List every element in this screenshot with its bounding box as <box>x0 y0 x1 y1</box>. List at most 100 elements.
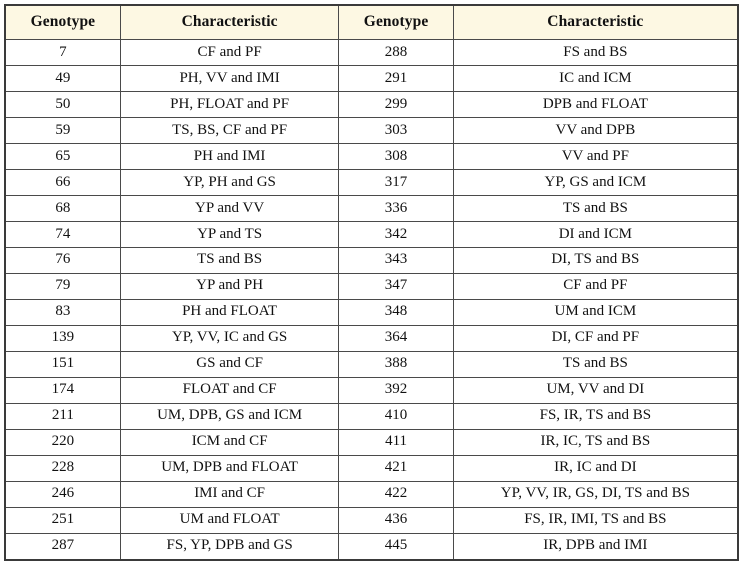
column-header-characteristic-left: Characteristic <box>119 4 340 40</box>
cell-characteristic-right: YP, GS and ICM <box>452 168 739 196</box>
cell-genotype-left: 83 <box>4 298 121 326</box>
genotype-characteristic-table: Genotype Characteristic Genotype Charact… <box>4 4 739 561</box>
table-row: 74 YP and TS 342 DI and ICM <box>4 220 739 248</box>
table-row: 251 UM and FLOAT 436 FS, IR, IMI, TS and BS <box>4 506 739 534</box>
cell-genotype-right: 342 <box>338 220 454 248</box>
cell-characteristic-left: TS and BS <box>119 246 340 274</box>
table-row: 246 IMI and CF 422 YP, VV, IR, GS, DI, TS a… <box>4 480 739 508</box>
cell-genotype-left: 287 <box>4 532 121 560</box>
cell-characteristic-right: UM and ICM <box>452 298 739 326</box>
cell-genotype-left: 139 <box>4 324 121 352</box>
cell-characteristic-left: PH and FLOAT <box>119 298 340 326</box>
table-row: 68 YP and VV 336 TS and BS <box>4 194 739 222</box>
cell-characteristic-right: DPB and FLOAT <box>452 90 739 118</box>
cell-genotype-left: 59 <box>4 116 121 144</box>
cell-characteristic-left: YP, PH and GS <box>119 168 340 196</box>
cell-genotype-right: 288 <box>338 39 454 66</box>
table-row: 79 YP and PH 347 CF and PF <box>4 272 739 300</box>
cell-characteristic-right: VV and PF <box>452 142 739 170</box>
cell-characteristic-left: FLOAT and CF <box>119 376 340 404</box>
cell-genotype-left: 76 <box>4 246 121 274</box>
cell-characteristic-left: IMI and CF <box>119 480 340 508</box>
table-container: Genotype Characteristic Genotype Charact… <box>0 0 743 565</box>
cell-characteristic-left: PH and IMI <box>119 142 340 170</box>
table-row: 83 PH and FLOAT 348 UM and ICM <box>4 298 739 326</box>
cell-characteristic-right: DI and ICM <box>452 220 739 248</box>
cell-characteristic-left: CF and PF <box>119 39 340 66</box>
cell-genotype-right: 299 <box>338 90 454 118</box>
table-row: 220 ICM and CF 411 IR, IC, TS and BS <box>4 428 739 456</box>
table-header: Genotype Characteristic Genotype Charact… <box>4 4 739 40</box>
cell-characteristic-left: UM and FLOAT <box>119 506 340 534</box>
cell-characteristic-right: FS and BS <box>452 39 739 66</box>
cell-characteristic-left: YP, VV, IC and GS <box>119 324 340 352</box>
cell-genotype-left: 79 <box>4 272 121 300</box>
cell-characteristic-right: VV and DPB <box>452 116 739 144</box>
cell-genotype-right: 303 <box>338 116 454 144</box>
cell-genotype-right: 411 <box>338 428 454 456</box>
cell-characteristic-left: TS, BS, CF and PF <box>119 116 340 144</box>
cell-genotype-left: 251 <box>4 506 121 534</box>
cell-genotype-right: 445 <box>338 532 454 560</box>
cell-genotype-left: 68 <box>4 194 121 222</box>
cell-genotype-right: 388 <box>338 350 454 378</box>
cell-characteristic-right: UM, VV and DI <box>452 376 739 404</box>
table-row: 50 PH, FLOAT and PF 299 DPB and FLOAT <box>4 90 739 118</box>
table-row: 76 TS and BS 343 DI, TS and BS <box>4 246 739 274</box>
cell-characteristic-left: FS, YP, DPB and GS <box>119 532 340 560</box>
cell-genotype-right: 343 <box>338 246 454 274</box>
cell-genotype-right: 336 <box>338 194 454 222</box>
table-row: 59 TS, BS, CF and PF 303 VV and DPB <box>4 116 739 144</box>
cell-characteristic-right: IC and ICM <box>452 64 739 92</box>
cell-characteristic-left: PH, FLOAT and PF <box>119 90 340 118</box>
cell-characteristic-left: UM, DPB and FLOAT <box>119 454 340 482</box>
table-row: 49 PH, VV and IMI 291 IC and ICM <box>4 64 739 92</box>
cell-characteristic-right: IR, IC and DI <box>452 454 739 482</box>
cell-characteristic-right: YP, VV, IR, GS, DI, TS and BS <box>452 480 739 508</box>
cell-genotype-right: 317 <box>338 168 454 196</box>
column-header-genotype-left: Genotype <box>4 4 121 40</box>
table-row: 7 CF and PF 288 FS and BS <box>4 39 739 66</box>
table-row: 65 PH and IMI 308 VV and PF <box>4 142 739 170</box>
column-header-characteristic-right: Characteristic <box>452 4 739 40</box>
cell-genotype-right: 410 <box>338 402 454 430</box>
cell-characteristic-left: PH, VV and IMI <box>119 64 340 92</box>
table-body: 7 CF and PF 288 FS and BS 49 PH, VV and IMI 29… <box>4 39 739 560</box>
table-header-row: Genotype Characteristic Genotype Charact… <box>4 4 739 40</box>
cell-characteristic-right: FS, IR, TS and BS <box>452 402 739 430</box>
cell-characteristic-left: UM, DPB, GS and ICM <box>119 402 340 430</box>
column-header-genotype-right: Genotype <box>338 4 454 40</box>
cell-characteristic-left: ICM and CF <box>119 428 340 456</box>
cell-genotype-left: 74 <box>4 220 121 248</box>
table-row: 287 FS, YP, DPB and GS 445 IR, DPB and IMI <box>4 532 739 560</box>
cell-genotype-right: 422 <box>338 480 454 508</box>
cell-genotype-left: 65 <box>4 142 121 170</box>
cell-characteristic-left: YP and VV <box>119 194 340 222</box>
cell-genotype-left: 220 <box>4 428 121 456</box>
cell-genotype-left: 211 <box>4 402 121 430</box>
cell-characteristic-right: TS and BS <box>452 350 739 378</box>
cell-characteristic-right: CF and PF <box>452 272 739 300</box>
cell-genotype-right: 291 <box>338 64 454 92</box>
cell-genotype-left: 246 <box>4 480 121 508</box>
cell-genotype-right: 347 <box>338 272 454 300</box>
cell-genotype-left: 151 <box>4 350 121 378</box>
cell-characteristic-left: YP and TS <box>119 220 340 248</box>
cell-genotype-right: 436 <box>338 506 454 534</box>
cell-genotype-left: 66 <box>4 168 121 196</box>
table-row: 211 UM, DPB, GS and ICM 410 FS, IR, TS and … <box>4 402 739 430</box>
cell-genotype-right: 364 <box>338 324 454 352</box>
cell-genotype-left: 228 <box>4 454 121 482</box>
cell-characteristic-left: GS and CF <box>119 350 340 378</box>
table-row: 174 FLOAT and CF 392 UM, VV and DI <box>4 376 739 404</box>
table-row: 151 GS and CF 388 TS and BS <box>4 350 739 378</box>
cell-genotype-right: 308 <box>338 142 454 170</box>
cell-genotype-left: 174 <box>4 376 121 404</box>
cell-genotype-left: 7 <box>4 39 121 66</box>
cell-genotype-left: 50 <box>4 90 121 118</box>
cell-characteristic-right: IR, IC, TS and BS <box>452 428 739 456</box>
cell-characteristic-right: DI, TS and BS <box>452 246 739 274</box>
table-row: 139 YP, VV, IC and GS 364 DI, CF and PF <box>4 324 739 352</box>
cell-genotype-right: 421 <box>338 454 454 482</box>
table-row: 228 UM, DPB and FLOAT 421 IR, IC and DI <box>4 454 739 482</box>
